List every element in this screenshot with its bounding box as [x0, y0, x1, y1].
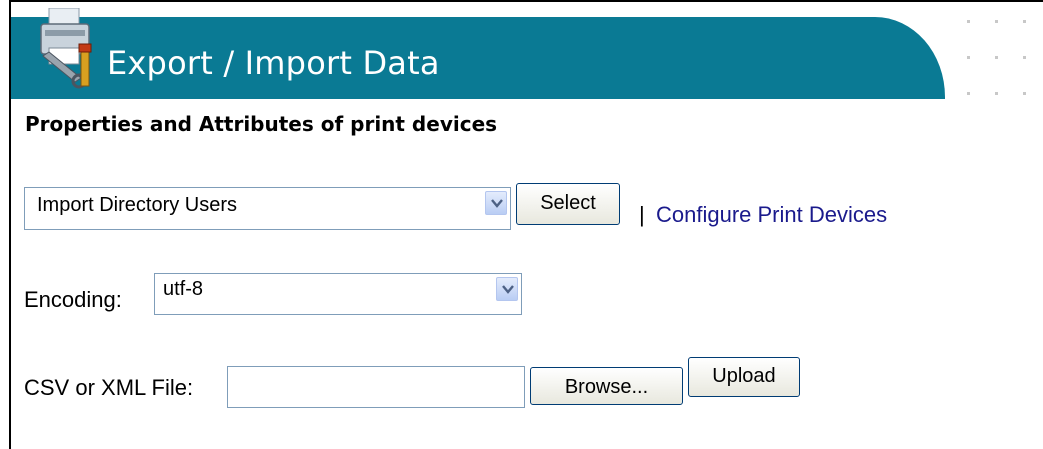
page-title: Export / Import Data — [107, 44, 440, 82]
printer-tools-icon — [35, 7, 105, 90]
upload-button-label: Upload — [712, 365, 776, 387]
action-select-value: Import Directory Users — [37, 194, 238, 216]
action-select-dropdown-button[interactable] — [485, 191, 507, 215]
encoding-label: Encoding: — [24, 287, 122, 312]
link-separator: | — [639, 202, 645, 227]
browse-button[interactable]: Browse... — [530, 367, 683, 405]
browse-button-label: Browse... — [564, 376, 649, 398]
page-frame: Export / Import Data Properties and Attr… — [9, 0, 1043, 449]
encoding-select-value: utf-8 — [163, 278, 204, 300]
section-heading: Properties and Attributes of print devic… — [25, 112, 498, 136]
file-label: CSV or XML File: — [24, 375, 194, 400]
decorative-dot-grid — [959, 12, 1043, 102]
encoding-select[interactable]: utf-8 — [154, 273, 522, 315]
select-button[interactable]: Select — [516, 183, 620, 225]
encoding-select-dropdown-button[interactable] — [496, 277, 518, 301]
select-button-label: Select — [540, 192, 596, 214]
file-path-input[interactable] — [227, 366, 525, 408]
upload-button[interactable]: Upload — [688, 357, 800, 397]
action-select[interactable]: Import Directory Users — [24, 187, 511, 230]
configure-print-devices-link[interactable]: Configure Print Devices — [656, 202, 887, 228]
